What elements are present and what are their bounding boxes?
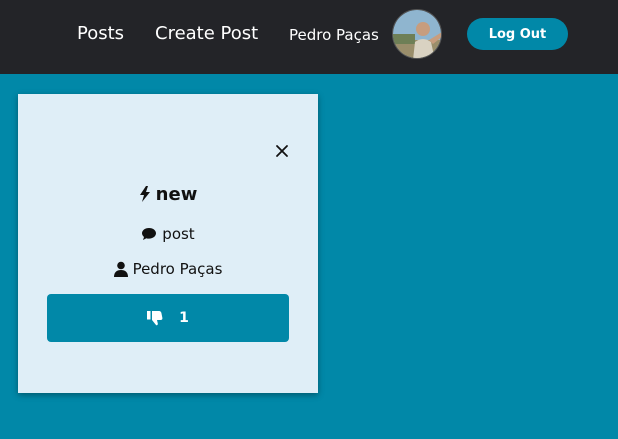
navbar: Posts Create Post Pedro Paças Log Out <box>0 0 618 74</box>
close-icon[interactable] <box>273 142 291 160</box>
nav-create-post-link[interactable]: Create Post <box>155 22 258 46</box>
post-author-row: Pedro Paças <box>18 258 318 280</box>
dislike-count: 1 <box>179 310 189 326</box>
user-name: Pedro Paças <box>289 26 379 44</box>
avatar-photo <box>393 10 441 58</box>
user-icon <box>113 261 128 277</box>
comment-icon <box>141 227 157 241</box>
thumbs-down-icon <box>147 310 163 326</box>
post-title-row: new <box>18 182 318 206</box>
logout-button[interactable]: Log Out <box>467 18 568 50</box>
avatar[interactable] <box>392 9 442 59</box>
dislike-button[interactable]: 1 <box>47 294 289 342</box>
nav-posts-link[interactable]: Posts <box>77 22 124 46</box>
post-content-row: post <box>18 223 318 245</box>
bolt-icon <box>139 186 151 202</box>
post-card: new post Pedro Paças 1 <box>18 94 318 393</box>
post-title: new <box>155 183 198 205</box>
post-content: post <box>162 225 195 243</box>
post-author: Pedro Paças <box>132 260 223 278</box>
